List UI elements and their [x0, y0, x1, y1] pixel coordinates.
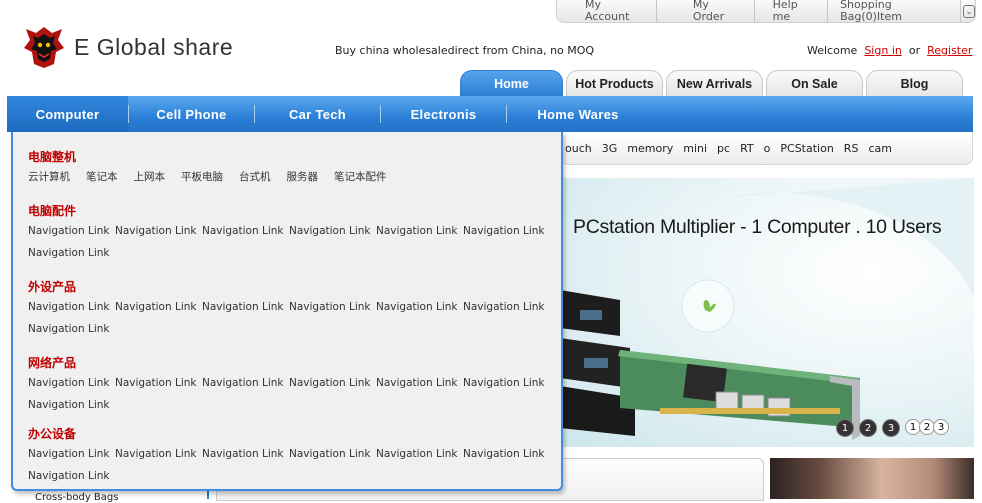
- category-cell-phone[interactable]: Cell Phone: [129, 96, 254, 132]
- nav-link[interactable]: Navigation Link: [289, 224, 376, 246]
- section-title[interactable]: 外设产品: [28, 278, 76, 295]
- nav-link[interactable]: Navigation Link: [202, 300, 289, 322]
- nav-link[interactable]: Navigation Link: [463, 224, 550, 246]
- section-links: 云计算机 笔记本 上网本 平板电脑 台式机 服务器 笔记本配件: [28, 170, 553, 192]
- nav-link[interactable]: Navigation Link: [463, 376, 550, 398]
- pager-dot[interactable]: 3: [882, 419, 900, 437]
- category-car-tech[interactable]: Car Tech: [255, 96, 380, 132]
- section-title[interactable]: 网络产品: [28, 354, 76, 371]
- computer-mega-menu: 电脑整机 云计算机 笔记本 上网本 平板电脑 台式机 服务器 笔记本配件 电脑配…: [11, 132, 563, 491]
- keyword-link[interactable]: PCStation: [780, 142, 833, 155]
- my-order-link[interactable]: My Order: [657, 0, 755, 23]
- keyword-link[interactable]: mini: [683, 142, 707, 155]
- nav-link[interactable]: Navigation Link: [376, 224, 463, 246]
- welcome-text: Welcome: [807, 44, 858, 57]
- site-logo[interactable]: E Global share: [22, 24, 233, 70]
- nav-link[interactable]: Navigation Link: [202, 376, 289, 398]
- welcome-area: Welcome Sign in or Register: [807, 44, 972, 57]
- nav-link[interactable]: 上网本: [134, 170, 166, 192]
- nav-link[interactable]: Navigation Link: [202, 224, 289, 246]
- category-home-wares[interactable]: Home Wares: [507, 96, 649, 132]
- tab-blog[interactable]: Blog: [866, 70, 963, 96]
- tab-hot-products[interactable]: Hot Products: [566, 70, 663, 96]
- help-link[interactable]: Help me: [755, 0, 829, 23]
- keyword-link[interactable]: pc: [717, 142, 730, 155]
- nav-link[interactable]: Navigation Link: [28, 224, 115, 246]
- keyword-link[interactable]: o: [764, 142, 771, 155]
- my-account-link[interactable]: My Account: [573, 0, 657, 23]
- nav-link[interactable]: Navigation Link: [289, 376, 376, 398]
- nav-link[interactable]: Navigation Link: [28, 246, 115, 268]
- nav-link[interactable]: Navigation Link: [28, 300, 115, 322]
- pager-dot[interactable]: 2: [859, 419, 877, 437]
- nav-link[interactable]: Navigation Link: [28, 469, 115, 491]
- nav-link[interactable]: 台式机: [239, 170, 271, 192]
- nav-link[interactable]: 服务器: [287, 170, 319, 192]
- nav-link[interactable]: 笔记本: [86, 170, 118, 192]
- nav-link[interactable]: Navigation Link: [376, 376, 463, 398]
- account-bar: My Account My Order Help me Shopping Bag…: [556, 0, 976, 23]
- pager-dot[interactable]: 1: [836, 419, 854, 437]
- nav-link[interactable]: 笔记本配件: [334, 170, 387, 192]
- section-title[interactable]: 电脑配件: [28, 202, 76, 219]
- nav-link[interactable]: Navigation Link: [289, 447, 376, 469]
- register-link[interactable]: Register: [927, 44, 972, 57]
- tab-new-arrivals[interactable]: New Arrivals: [666, 70, 763, 96]
- section-links: Navigation Link Navigation Link Navigati…: [28, 300, 553, 344]
- nav-link[interactable]: Navigation Link: [28, 322, 115, 344]
- nav-link[interactable]: Navigation Link: [376, 447, 463, 469]
- nav-link[interactable]: Navigation Link: [202, 447, 289, 469]
- section-links: Navigation Link Navigation Link Navigati…: [28, 224, 553, 268]
- chevron-down-icon[interactable]: ⌄: [962, 4, 975, 18]
- nav-link[interactable]: 云计算机: [28, 170, 70, 192]
- tab-home[interactable]: Home: [460, 70, 563, 96]
- nav-link[interactable]: Navigation Link: [289, 300, 376, 322]
- logo-text: E Global share: [74, 33, 234, 60]
- keyword-link[interactable]: ouch: [565, 142, 592, 155]
- banner-pager: 1 2 3 1 2 3: [836, 419, 949, 437]
- nav-link[interactable]: 平板电脑: [181, 170, 223, 192]
- pager-dot-small[interactable]: 3: [933, 419, 949, 435]
- hot-keywords-bar: ouch 3G memory mini pc RT o PCStation RS…: [560, 132, 973, 165]
- keyword-link[interactable]: 3G: [602, 142, 618, 155]
- nav-link[interactable]: Navigation Link: [28, 447, 115, 469]
- sign-in-link[interactable]: Sign in: [864, 44, 902, 57]
- nav-link[interactable]: Navigation Link: [115, 224, 202, 246]
- category-computer[interactable]: Computer: [7, 96, 128, 132]
- keyword-link[interactable]: cam: [868, 142, 892, 155]
- sidebar-link[interactable]: Cross-body Bags: [35, 492, 118, 503]
- section-links: Navigation Link Navigation Link Navigati…: [28, 376, 553, 420]
- nav-link[interactable]: Navigation Link: [115, 376, 202, 398]
- section-title[interactable]: 电脑整机: [28, 148, 76, 165]
- site-tagline: Buy china wholesaledirect from China, no…: [335, 44, 595, 57]
- section-title[interactable]: 办公设备: [28, 425, 76, 442]
- nav-link[interactable]: Navigation Link: [376, 300, 463, 322]
- tab-on-sale[interactable]: On Sale: [766, 70, 863, 96]
- promo-banner[interactable]: PCstation Multiplier - 1 Computer . 10 U…: [560, 178, 974, 447]
- banner-title: PCstation Multiplier - 1 Computer . 10 U…: [573, 216, 942, 238]
- keyword-link[interactable]: memory: [627, 142, 673, 155]
- section-links: Navigation Link Navigation Link Navigati…: [28, 447, 553, 491]
- category-bar: Computer Cell Phone Car Tech Electronis …: [7, 96, 973, 132]
- dragon-logo-icon: [24, 27, 64, 68]
- model-photo: [770, 458, 974, 499]
- shopping-bag-link[interactable]: Shopping Bag(0)Item: [828, 0, 961, 23]
- keyword-link[interactable]: RT: [740, 142, 754, 155]
- or-text: or: [908, 44, 921, 57]
- nav-link[interactable]: Navigation Link: [115, 300, 202, 322]
- nav-link[interactable]: Navigation Link: [463, 300, 550, 322]
- nav-link[interactable]: Navigation Link: [115, 447, 202, 469]
- keyword-link[interactable]: RS: [844, 142, 859, 155]
- main-tabs: Home Hot Products New Arrivals On Sale B…: [460, 70, 963, 96]
- nav-link[interactable]: Navigation Link: [28, 376, 115, 398]
- nav-link[interactable]: Navigation Link: [463, 447, 550, 469]
- nav-link[interactable]: Navigation Link: [28, 398, 115, 420]
- category-electronis[interactable]: Electronis: [381, 96, 506, 132]
